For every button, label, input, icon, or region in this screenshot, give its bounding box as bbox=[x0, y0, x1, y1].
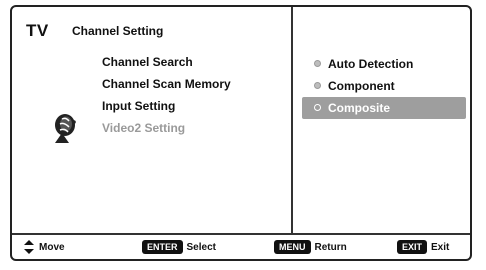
menu-item-channel-search[interactable]: Channel Search bbox=[102, 51, 231, 73]
move-label: Move bbox=[39, 241, 65, 253]
return-hint: MENU Return bbox=[274, 240, 347, 254]
key-hint-bar: Move ENTER Select MENU Return EXIT Exit bbox=[12, 235, 470, 259]
option-composite[interactable]: Composite bbox=[302, 97, 466, 119]
exit-key-badge[interactable]: EXIT bbox=[397, 240, 428, 254]
option-label: Component bbox=[328, 79, 395, 93]
menu-item-input-setting[interactable]: Input Setting bbox=[102, 95, 231, 117]
menu-title: Channel Setting bbox=[72, 24, 164, 38]
exit-label: Exit bbox=[431, 241, 450, 253]
menu-key-badge[interactable]: MENU bbox=[274, 240, 311, 254]
vertical-divider bbox=[291, 7, 293, 233]
move-hint: Move bbox=[24, 240, 65, 254]
select-hint: ENTER Select bbox=[142, 240, 216, 254]
return-label: Return bbox=[314, 241, 347, 253]
channel-setting-menu: Channel Search Channel Scan Memory Input… bbox=[102, 51, 231, 139]
satellite-dish-icon bbox=[55, 114, 76, 143]
menu-item-channel-scan-memory[interactable]: Channel Scan Memory bbox=[102, 73, 231, 95]
select-label: Select bbox=[186, 241, 216, 253]
radio-bullet-icon bbox=[314, 82, 321, 89]
input-option-list: Auto Detection Component Composite bbox=[302, 53, 466, 119]
osd-menu-frame: TV Channel Setting Channel Search Channe… bbox=[10, 5, 472, 261]
option-auto-detection[interactable]: Auto Detection bbox=[302, 53, 466, 75]
menu-item-video2-setting: Video2 Setting bbox=[102, 121, 186, 135]
exit-hint: EXIT Exit bbox=[397, 240, 449, 254]
tv-label: TV bbox=[26, 21, 49, 40]
enter-key-badge[interactable]: ENTER bbox=[142, 240, 183, 254]
option-label: Composite bbox=[328, 101, 391, 115]
option-component[interactable]: Component bbox=[302, 75, 466, 97]
radio-bullet-icon bbox=[314, 104, 321, 111]
option-label: Auto Detection bbox=[328, 57, 414, 71]
radio-bullet-icon bbox=[314, 60, 321, 67]
up-down-arrows-icon bbox=[24, 240, 34, 254]
